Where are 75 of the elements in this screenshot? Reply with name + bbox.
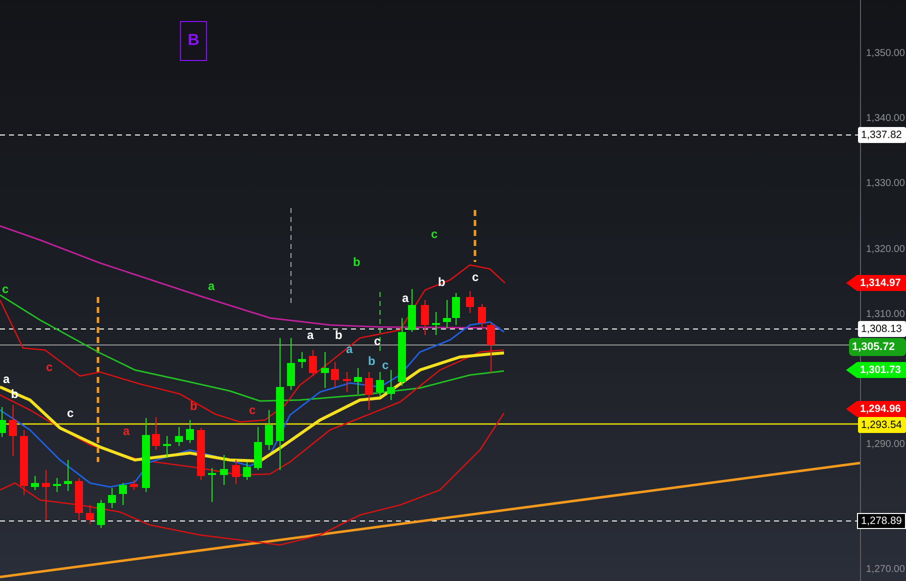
wave-label: c xyxy=(67,406,74,420)
price-tag: 1,305.72 xyxy=(849,338,906,356)
wave-label: a xyxy=(346,342,353,356)
price-tag: 1,294.96 xyxy=(846,401,906,417)
candlestick xyxy=(408,288,416,332)
wave-badge: B xyxy=(180,21,207,61)
candlestick xyxy=(265,410,273,450)
axis-tick-label: 1,290.00 xyxy=(866,438,905,452)
price-tag: 1,337.82 xyxy=(858,127,906,143)
axis-tick-label: 1,270.00 xyxy=(866,563,905,577)
candlestick xyxy=(309,350,317,376)
wave-label: a xyxy=(208,279,215,293)
candlestick xyxy=(9,404,17,456)
candlestick xyxy=(243,462,251,480)
candlestick xyxy=(220,454,228,486)
price-tag: 1,293.54 xyxy=(858,417,906,433)
wave-label: c xyxy=(431,227,438,241)
axis-tick-label: 1,320.00 xyxy=(866,243,905,257)
candlestick xyxy=(365,372,373,410)
axis-tick-label: 1,330.00 xyxy=(866,177,905,191)
candlestick xyxy=(86,504,94,524)
candlestick xyxy=(64,460,72,492)
candlestick xyxy=(321,352,329,388)
wave-label: c xyxy=(374,334,381,348)
candlestick xyxy=(354,368,362,394)
candlestick xyxy=(197,428,205,480)
price-tag: 1,278.89 xyxy=(857,513,906,529)
candlestick xyxy=(97,500,105,528)
candlestick xyxy=(232,460,240,484)
wave-label: b xyxy=(190,399,198,413)
candlestick xyxy=(208,468,216,502)
candlestick xyxy=(376,372,384,396)
candlestick xyxy=(42,470,50,520)
candlestick xyxy=(287,338,295,390)
price-tag: 1,314.97 xyxy=(846,275,906,291)
wave-label: c xyxy=(46,360,53,374)
axis-tick-label: 1,340.00 xyxy=(866,112,905,126)
price-tag: 1,301.73 xyxy=(846,362,906,378)
candlestick xyxy=(108,488,116,508)
wave-label: b xyxy=(335,328,342,342)
candlestick xyxy=(130,480,138,490)
candlestick xyxy=(163,436,171,458)
candlestick xyxy=(421,300,429,336)
wave-label: b xyxy=(353,255,360,269)
wave-label: b xyxy=(368,354,376,368)
wave-label: a xyxy=(3,372,10,386)
axis-tick-label: 1,310.00 xyxy=(866,308,905,322)
candlestick xyxy=(432,312,440,336)
wave-label: a xyxy=(402,291,409,305)
wave-label: a xyxy=(307,328,314,342)
wave-label: b xyxy=(11,387,18,401)
wave-label: a xyxy=(123,424,130,438)
candlestick xyxy=(298,352,306,368)
candlestick xyxy=(53,478,61,492)
candlestick xyxy=(31,476,39,490)
price-tag: 1,308.13 xyxy=(858,321,906,337)
candlestick xyxy=(466,290,474,314)
wave-label: c xyxy=(382,358,389,372)
candlestick xyxy=(254,426,262,470)
wave-label: c xyxy=(249,403,256,417)
candlestick xyxy=(398,318,406,386)
axis-tick-label: 1,350.00 xyxy=(866,47,905,61)
candlestick xyxy=(152,416,160,450)
candlestick xyxy=(20,430,28,496)
candlestick xyxy=(75,478,83,520)
candlestick xyxy=(331,362,339,388)
marker-line xyxy=(474,210,476,262)
wave-label: c xyxy=(2,282,9,296)
candlestick xyxy=(186,420,194,444)
candlestick xyxy=(175,426,183,446)
candlestick xyxy=(387,370,395,400)
candlestick xyxy=(119,482,127,506)
wave-label: c xyxy=(472,270,479,284)
candlestick xyxy=(0,406,6,438)
candlestick xyxy=(343,372,351,392)
